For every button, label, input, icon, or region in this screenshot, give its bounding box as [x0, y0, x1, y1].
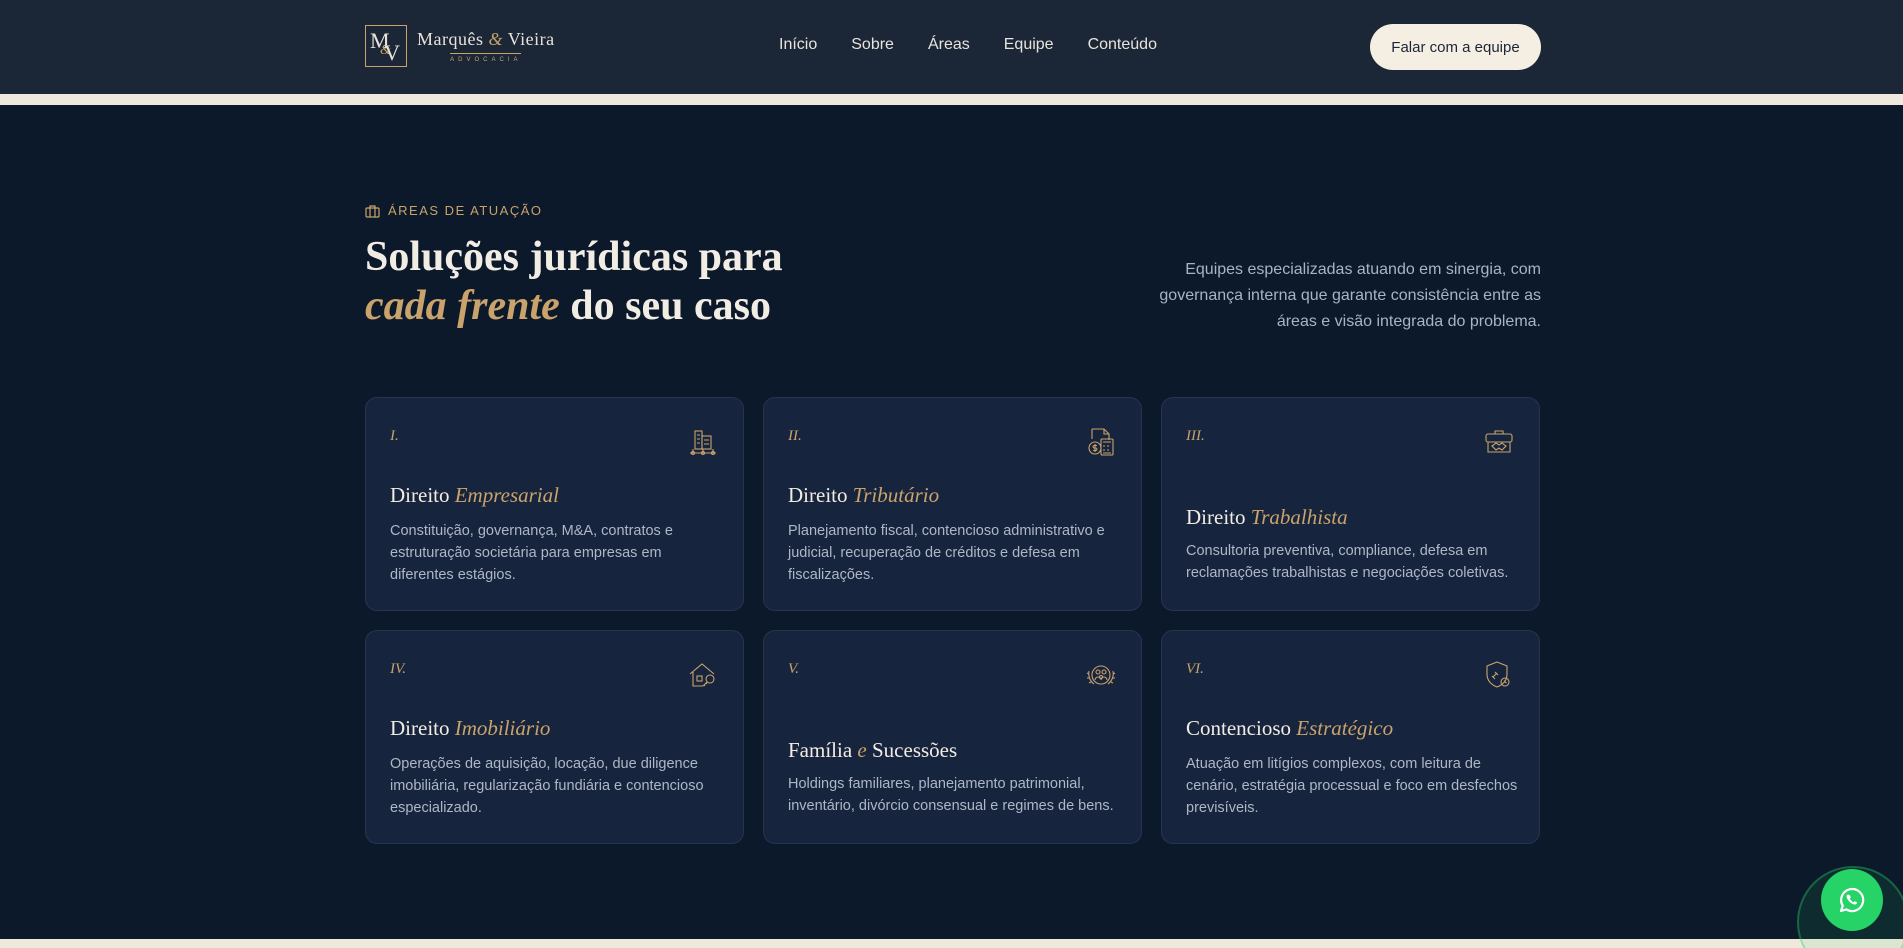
area-card-imobiliario[interactable]: IV. Direito Imobiliário Operações de aqu… [365, 630, 744, 844]
card-description: Atuação em litígios complexos, com leitu… [1186, 756, 1518, 816]
briefcase-icon [365, 204, 380, 218]
card-number: V. [788, 661, 799, 677]
card-description: Operações de aquisição, locação, due dil… [390, 756, 704, 816]
section-title: Soluções jurídicas para cada frente do s… [365, 234, 783, 329]
area-card-tributario[interactable]: II. Direito Tributário Planejamento fisc… [763, 397, 1142, 611]
whatsapp-button[interactable] [1821, 869, 1883, 931]
tax-document-icon [1088, 428, 1114, 456]
logo-subtitle: ADVOCACIA [450, 53, 522, 63]
card-title: Direito Empresarial [390, 483, 559, 507]
card-title: Contencioso Estratégico [1186, 716, 1394, 740]
card-number: I. [390, 428, 399, 444]
house-key-icon [689, 663, 715, 687]
logo-monogram: M & V [365, 25, 407, 67]
card-title: Família e Sucessões [788, 738, 958, 762]
header-divider [0, 94, 1903, 105]
nav-conteudo[interactable]: Conteúdo [1088, 36, 1157, 54]
card-description: Constituição, governança, M&A, contratos… [390, 523, 673, 583]
card-title: Direito Tributário [788, 483, 940, 507]
section-intro: Equipes especializadas atuando em sinerg… [1159, 261, 1541, 330]
area-card-trabalhista[interactable]: III. Direito Trabalhista Consultoria pre… [1161, 397, 1540, 611]
main-nav: Início Sobre Áreas Equipe Conteúdo [779, 36, 1191, 54]
card-description: Planejamento fiscal, contencioso adminis… [788, 523, 1105, 583]
family-tree-icon [1086, 665, 1116, 685]
area-card-contencioso[interactable]: VI. Contencioso Estratégico Atuação em l… [1161, 630, 1540, 844]
card-description: Consultoria preventiva, compliance, defe… [1186, 543, 1509, 581]
nav-inicio[interactable]: Início [779, 36, 817, 54]
card-title: Direito Imobiliário [390, 716, 551, 740]
area-card-empresarial[interactable]: I. Direito Empresarial Constituição, gov… [365, 397, 744, 611]
card-number: VI. [1186, 661, 1204, 677]
section-eyebrow: ÁREAS DE ATUAÇÃO [365, 203, 543, 218]
briefcase-handshake-icon [1485, 430, 1513, 453]
shield-gavel-icon [1486, 661, 1510, 688]
card-description: Holdings familiares, planejamento patrim… [788, 776, 1114, 814]
card-title: Direito Trabalhista [1186, 505, 1348, 529]
nav-areas[interactable]: Áreas [928, 36, 970, 54]
building-network-icon [690, 430, 716, 456]
area-card-familia[interactable]: V. Família e Sucessões Holdings familiar… [763, 630, 1142, 844]
logo[interactable]: M & V Marquês & Vieira ADVOCACIA [365, 25, 555, 67]
logo-name: Marquês & Vieira [417, 29, 555, 49]
nav-equipe[interactable]: Equipe [1004, 36, 1054, 54]
card-number: II. [788, 428, 802, 444]
card-number: IV. [390, 661, 406, 677]
section-divider [0, 939, 1903, 948]
whatsapp-icon [1839, 887, 1865, 913]
card-number: III. [1186, 428, 1205, 444]
nav-sobre[interactable]: Sobre [851, 36, 894, 54]
contact-team-button[interactable]: Falar com a equipe [1370, 24, 1541, 70]
